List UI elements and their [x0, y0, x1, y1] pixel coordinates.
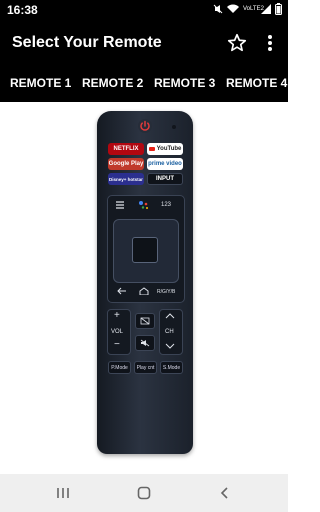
mute-button[interactable]	[135, 335, 155, 351]
play-count-button[interactable]: Play cnt	[134, 361, 157, 374]
star-icon[interactable]	[226, 32, 248, 54]
input-label: INPUT	[156, 176, 174, 182]
netflix-label: NETFLIX	[113, 146, 139, 152]
power-button[interactable]	[137, 118, 153, 134]
tab-remote-2[interactable]: REMOTE 2	[82, 76, 143, 90]
status-icons: VoLTE2	[213, 3, 282, 15]
remote-control: NETFLIX YouTube Google Play prime video …	[97, 111, 193, 454]
tab-remote-4[interactable]: REMOTE 4	[226, 76, 287, 90]
mute-icon	[213, 4, 223, 14]
home-icon[interactable]	[139, 287, 149, 295]
volume-down-icon: −	[114, 339, 120, 350]
youtube-play-icon	[148, 147, 155, 151]
channel-up-icon	[165, 313, 175, 319]
wifi-icon	[227, 4, 239, 13]
disney-hotstar-label: Disney+ hotstar	[109, 176, 143, 182]
picture-mode-label: P.Mode	[111, 364, 128, 371]
menu-icon[interactable]	[115, 200, 125, 210]
rgyb-button[interactable]: R/G/Y/B	[157, 289, 175, 295]
signal-icon	[261, 4, 271, 14]
google-assistant-icon[interactable]	[138, 200, 150, 210]
status-time: 16:38	[7, 3, 38, 17]
prime-video-button[interactable]: prime video	[147, 158, 183, 170]
recents-icon[interactable]	[56, 486, 70, 500]
prime-video-label: prime video	[148, 161, 182, 167]
play-count-label: Play cnt	[136, 364, 155, 371]
tv-off-icon	[140, 317, 150, 325]
google-play-label: Google Play	[108, 161, 144, 167]
page-title: Select Your Remote	[12, 34, 162, 51]
input-button[interactable]: INPUT	[147, 173, 183, 185]
google-play-button[interactable]: Google Play	[108, 158, 144, 170]
battery-icon	[275, 3, 282, 15]
tab-remote-1[interactable]: REMOTE 1	[10, 76, 71, 90]
indicator-light	[172, 125, 176, 129]
system-nav-bar	[0, 474, 288, 512]
home-icon[interactable]	[137, 486, 151, 500]
remote-tabs: REMOTE 1 REMOTE 2 REMOTE 3 REMOTE 4	[0, 64, 288, 102]
tab-remote-3[interactable]: REMOTE 3	[154, 76, 215, 90]
youtube-label: YouTube	[156, 146, 182, 152]
channel-label: CH	[165, 329, 174, 335]
picture-mode-button[interactable]: P.Mode	[108, 361, 131, 374]
sound-mode-label: S.Mode	[162, 364, 181, 371]
no-signal-button[interactable]	[135, 313, 155, 329]
volume-label: VOL	[111, 329, 124, 335]
sound-mode-button[interactable]: S.Mode	[160, 361, 183, 374]
netflix-button[interactable]: NETFLIX	[108, 143, 144, 155]
ok-button[interactable]	[132, 237, 158, 263]
num-button[interactable]: 123	[161, 202, 171, 208]
back-arrow-icon[interactable]	[117, 287, 127, 295]
channel-down-icon	[165, 343, 175, 349]
more-vert-icon[interactable]	[262, 32, 278, 54]
back-icon[interactable]	[218, 486, 232, 500]
disney-hotstar-button[interactable]: Disney+ hotstar	[108, 173, 144, 185]
mute-speaker-icon	[140, 339, 150, 347]
network-label: VoLTE2	[243, 6, 264, 12]
volume-up-icon: +	[114, 310, 120, 321]
app-bar: Select Your Remote	[0, 22, 288, 64]
youtube-button[interactable]: YouTube	[147, 143, 183, 155]
status-bar: 16:38 VoLTE2	[0, 0, 288, 22]
